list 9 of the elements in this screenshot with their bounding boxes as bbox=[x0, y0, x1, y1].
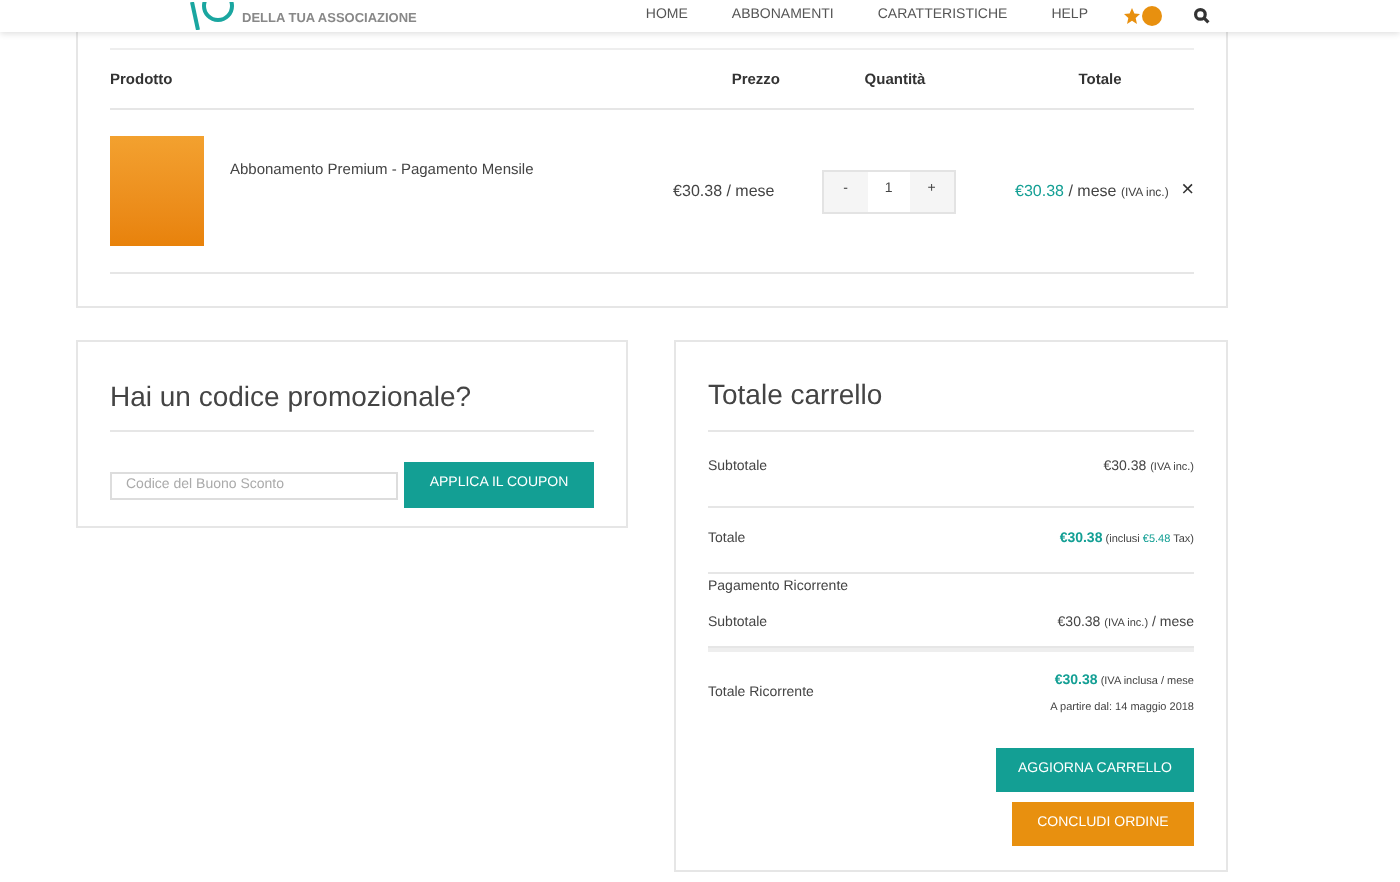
product-thumbnail bbox=[110, 136, 204, 246]
totals-title: Totale carrello bbox=[708, 374, 1194, 432]
remove-button[interactable]: × bbox=[1181, 174, 1195, 208]
search-icon[interactable] bbox=[1194, 8, 1210, 24]
star-icon bbox=[1124, 8, 1140, 24]
cart-badge bbox=[1142, 6, 1162, 26]
coupon-title: Hai un codice promozionale? bbox=[110, 376, 594, 432]
logo-icon bbox=[190, 2, 234, 30]
product-price: €30.38 / mese bbox=[673, 181, 775, 199]
